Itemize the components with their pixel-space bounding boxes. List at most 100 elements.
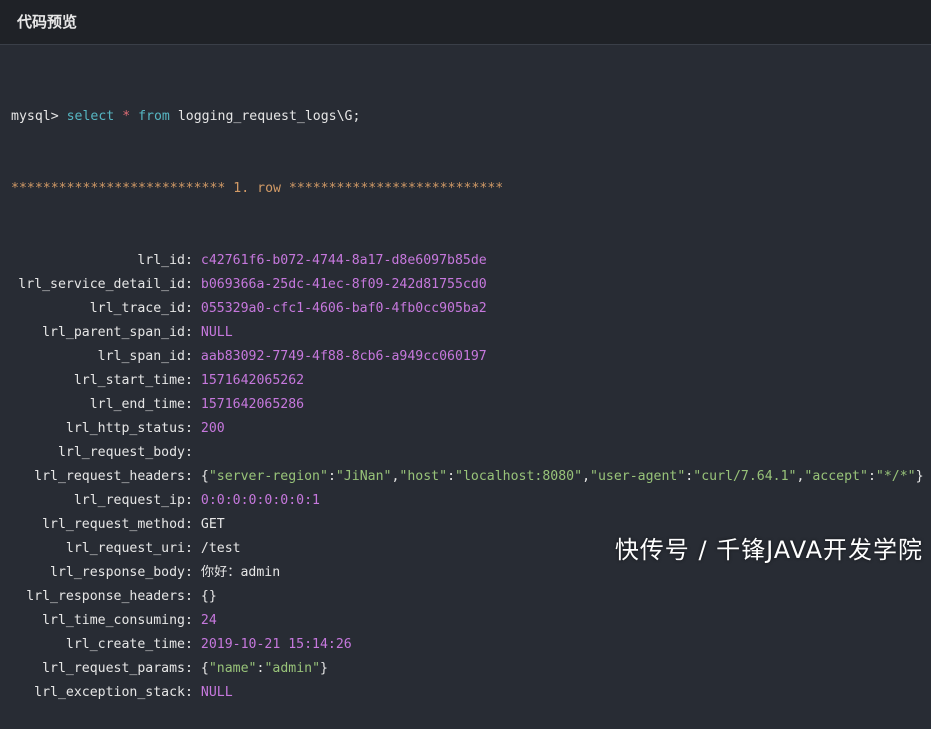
field-row: lrl_create_time: 2019-10-21 15:14:26 bbox=[11, 633, 931, 657]
row-banner: *************************** 1. row *****… bbox=[11, 181, 504, 196]
field-row: lrl_trace_id: 055329a0-cfc1-4606-baf0-4f… bbox=[11, 297, 931, 321]
json-string: "localhost:8080" bbox=[455, 469, 583, 484]
field-value: 055329a0-cfc1-4606-baf0-4fb0cc905ba2 bbox=[200, 301, 487, 316]
json-punct: : bbox=[256, 661, 265, 676]
watermark: 快传号 / 千锋JAVA开发学院 bbox=[614, 536, 923, 564]
field-value: 2019-10-21 15:14:26 bbox=[200, 637, 352, 652]
field-colon: : bbox=[185, 493, 201, 508]
field-row: lrl_http_status: 200 bbox=[11, 417, 931, 441]
field-value: {} bbox=[200, 589, 217, 604]
field-row: lrl_time_consuming: 24 bbox=[11, 609, 931, 633]
field-name: lrl_request_ip bbox=[73, 493, 185, 508]
field-name: lrl_request_uri bbox=[65, 541, 185, 556]
json-punct: } bbox=[320, 661, 328, 676]
field-value: NULL bbox=[200, 685, 233, 700]
field-value: aab83092-7749-4f88-8cb6-a949cc060197 bbox=[200, 349, 487, 364]
field-value: {"name":"admin"} bbox=[201, 661, 328, 676]
star-operator: * bbox=[122, 109, 131, 124]
field-name: lrl_request_method bbox=[42, 517, 185, 532]
json-punct: { bbox=[200, 469, 209, 484]
field-name: lrl_trace_id bbox=[89, 301, 185, 316]
field-name: lrl_request_headers bbox=[34, 469, 185, 484]
field-colon: : bbox=[185, 661, 201, 676]
field-row: lrl_id: c42761f6-b072-4744-8a17-d8e6097b… bbox=[11, 249, 931, 273]
field-value: /test bbox=[200, 541, 241, 556]
code-preview-header: 代码预览 bbox=[0, 0, 931, 45]
field-name: lrl_id bbox=[137, 253, 185, 268]
field-row: lrl_end_time: 1571642065286 bbox=[11, 393, 931, 417]
json-string: "curl/7.64.1" bbox=[693, 469, 797, 484]
field-row: lrl_request_ip: 0:0:0:0:0:0:0:1 bbox=[11, 489, 931, 513]
field-colon: : bbox=[185, 421, 201, 436]
json-punct: , bbox=[582, 469, 591, 484]
field-colon: : bbox=[185, 277, 201, 292]
code-block: mysql> select * from logging_request_log… bbox=[11, 57, 931, 729]
field-value: c42761f6-b072-4744-8a17-d8e6097b85de bbox=[200, 253, 487, 268]
field-colon: : bbox=[185, 445, 201, 460]
header-title: 代码预览 bbox=[17, 13, 78, 31]
field-colon: : bbox=[185, 349, 201, 364]
json-string: "host" bbox=[399, 469, 448, 484]
field-row: lrl_service_detail_id: b069366a-25dc-41e… bbox=[11, 273, 931, 297]
field-value: 24 bbox=[200, 613, 217, 628]
json-punct: : bbox=[447, 469, 456, 484]
field-name: lrl_response_headers bbox=[26, 589, 185, 604]
field-value: 1571642065262 bbox=[200, 373, 305, 388]
field-list: lrl_id: c42761f6-b072-4744-8a17-d8e6097b… bbox=[11, 249, 931, 705]
field-colon: : bbox=[185, 397, 201, 412]
field-name: lrl_start_time bbox=[73, 373, 185, 388]
json-string: "*/*" bbox=[875, 469, 916, 484]
field-row: lrl_request_params: {"name":"admin"} bbox=[11, 657, 931, 681]
field-name: lrl_parent_span_id bbox=[42, 325, 185, 340]
json-punct: : bbox=[867, 469, 876, 484]
field-name: lrl_request_params bbox=[42, 661, 185, 676]
field-name: lrl_end_time bbox=[89, 397, 185, 412]
json-punct: } bbox=[915, 469, 924, 484]
field-name: lrl_response_body bbox=[50, 565, 185, 580]
field-row: lrl_start_time: 1571642065262 bbox=[11, 369, 931, 393]
json-punct: : bbox=[327, 469, 336, 484]
field-colon: : bbox=[185, 685, 201, 700]
field-name: lrl_time_consuming bbox=[42, 613, 185, 628]
json-string: "JiNan" bbox=[335, 469, 392, 484]
field-name: lrl_exception_stack bbox=[34, 685, 185, 700]
field-value: 200 bbox=[200, 421, 225, 436]
table-name: logging_request_logs\G; bbox=[177, 109, 361, 124]
field-name: lrl_request_body bbox=[57, 445, 185, 460]
mysql-prompt: mysql> bbox=[11, 109, 59, 124]
field-colon: : bbox=[185, 565, 201, 580]
field-name: lrl_create_time bbox=[65, 637, 185, 652]
field-colon: : bbox=[185, 373, 201, 388]
json-string: "user-agent" bbox=[590, 469, 686, 484]
field-colon: : bbox=[185, 589, 201, 604]
field-name: lrl_span_id bbox=[97, 349, 185, 364]
field-colon: : bbox=[185, 469, 201, 484]
json-punct: { bbox=[200, 661, 209, 676]
field-name: lrl_http_status bbox=[65, 421, 185, 436]
field-row: lrl_exception_stack: NULL bbox=[11, 681, 931, 705]
keyword-from: from bbox=[138, 109, 170, 124]
field-value: NULL bbox=[200, 325, 233, 340]
field-value: GET bbox=[200, 517, 225, 532]
json-string: "accept" bbox=[804, 469, 868, 484]
field-colon: : bbox=[185, 301, 201, 316]
field-row: lrl_request_body: bbox=[11, 441, 931, 465]
json-string: "name" bbox=[208, 661, 257, 676]
field-value: b069366a-25dc-41ec-8f09-242d81755cd0 bbox=[200, 277, 487, 292]
field-row: lrl_parent_span_id: NULL bbox=[11, 321, 931, 345]
field-row: lrl_response_headers: {} bbox=[11, 585, 931, 609]
field-value: 1571642065286 bbox=[200, 397, 305, 412]
field-name: lrl_service_detail_id bbox=[18, 277, 185, 292]
field-value: {"server-region":"JiNan","host":"localho… bbox=[201, 469, 924, 484]
field-row: lrl_request_headers: {"server-region":"J… bbox=[11, 465, 931, 489]
json-string: "server-region" bbox=[208, 469, 328, 484]
field-colon: : bbox=[185, 517, 201, 532]
keyword-select: select bbox=[66, 109, 115, 124]
field-colon: : bbox=[185, 613, 201, 628]
field-colon: : bbox=[185, 325, 201, 340]
json-string: "admin" bbox=[264, 661, 321, 676]
query-line: mysql> select * from logging_request_log… bbox=[11, 105, 931, 129]
field-colon: : bbox=[185, 253, 201, 268]
field-colon: : bbox=[185, 541, 201, 556]
field-value: 你好：admin bbox=[200, 565, 281, 580]
